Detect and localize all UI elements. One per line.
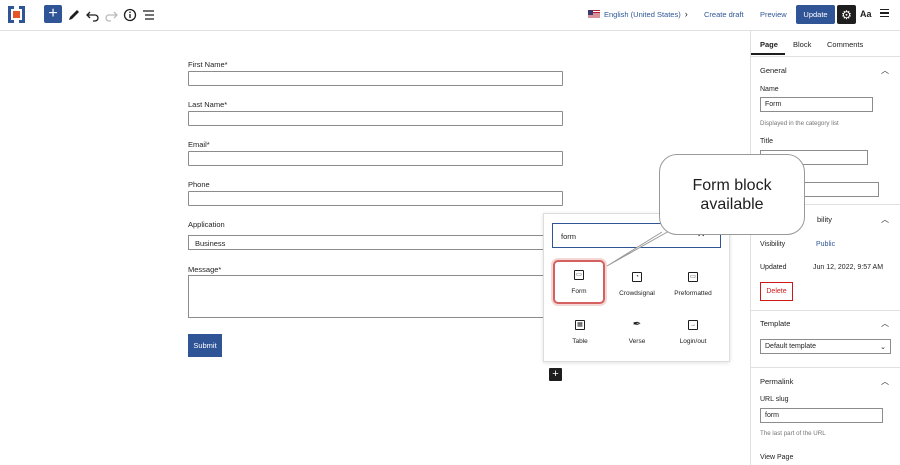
message-label: Message*: [188, 265, 222, 274]
chevron-up-icon[interactable]: ︿: [881, 214, 889, 225]
callout-line-1: Form block: [692, 176, 772, 194]
divider: [751, 56, 900, 57]
block-item-label: Crowdsignal: [619, 289, 655, 297]
create-draft-button[interactable]: Create draft: [704, 10, 744, 19]
divider: [751, 367, 900, 368]
url-slug-label: URL slug: [760, 396, 789, 403]
general-section-title[interactable]: General: [760, 66, 787, 75]
chevron-up-icon[interactable]: ︿: [881, 376, 889, 387]
tab-block[interactable]: Block: [793, 40, 811, 49]
block-item-label: Form: [571, 287, 587, 295]
block-item-label: Preformatted: [674, 289, 712, 297]
updated-value[interactable]: Jun 12, 2022, 9:57 AM: [813, 264, 883, 271]
redo-icon[interactable]: [102, 6, 120, 24]
last-name-label: Last Name*: [188, 100, 228, 109]
name-input[interactable]: Form: [760, 97, 873, 112]
visibility-value-link[interactable]: Public: [816, 241, 835, 248]
block-item-label: Login/out: [679, 337, 707, 345]
preformatted-icon: ▭: [688, 271, 698, 282]
list-view-icon[interactable]: [140, 6, 158, 24]
undo-icon[interactable]: [84, 6, 102, 24]
visibility-section-title[interactable]: bility: [817, 215, 832, 224]
visibility-label: Visibility: [760, 241, 786, 248]
email-label: Email*: [188, 140, 210, 149]
title-label: Title: [760, 138, 773, 145]
phone-label: Phone: [188, 180, 210, 189]
url-slug-input[interactable]: form: [760, 408, 883, 423]
template-select[interactable]: Default template ⌄: [760, 339, 891, 354]
callout-bubble: Form block available: [659, 154, 805, 235]
url-slug-help: The last part of the URL: [760, 430, 826, 437]
preview-button[interactable]: Preview: [760, 10, 787, 19]
update-button[interactable]: Update: [796, 5, 835, 24]
edit-pencil-icon[interactable]: [65, 6, 83, 24]
first-name-field[interactable]: [188, 71, 563, 86]
settings-gear-icon[interactable]: ⚙: [837, 5, 856, 24]
chevron-down-icon: ⌄: [880, 344, 886, 351]
chevron-right-icon: ›: [684, 9, 688, 19]
application-select[interactable]: Business: [188, 235, 563, 250]
block-item-table[interactable]: ▦ Table: [554, 310, 606, 354]
block-item-label: Verse: [628, 338, 646, 345]
callout-line-2: available: [700, 195, 764, 213]
chevron-up-icon[interactable]: ︿: [881, 318, 889, 329]
block-item-label: Table: [572, 337, 588, 345]
add-block-button[interactable]: +: [44, 5, 62, 23]
delete-button[interactable]: Delete: [760, 282, 793, 301]
tab-comments[interactable]: Comments: [827, 40, 863, 49]
table-icon: ▦: [575, 319, 585, 330]
crowdsignal-icon: ◔: [632, 271, 642, 282]
application-label: Application: [188, 220, 225, 229]
message-textarea[interactable]: [188, 275, 563, 318]
first-name-label: First Name*: [188, 60, 228, 69]
tab-page[interactable]: Page: [760, 40, 778, 49]
last-name-field[interactable]: [188, 111, 563, 126]
chevron-up-icon[interactable]: ︿: [881, 65, 889, 76]
form-icon: ▭: [574, 269, 584, 280]
login-icon: →: [688, 319, 698, 330]
block-item-login-out[interactable]: → Login/out: [667, 310, 719, 354]
block-item-verse[interactable]: ✒ Verse: [611, 310, 663, 354]
block-item-preformatted[interactable]: ▭ Preformatted: [667, 262, 719, 306]
template-select-value: Default template: [765, 343, 816, 350]
active-tab-indicator: [751, 53, 785, 55]
top-toolbar: + English (United States) › Create draft…: [0, 0, 900, 31]
language-selector[interactable]: English (United States) ›: [588, 9, 688, 19]
permalink-section-title[interactable]: Permalink: [760, 377, 793, 386]
us-flag-icon: [588, 10, 600, 18]
name-help-text: Displayed in the category list: [760, 120, 839, 127]
block-item-crowdsignal[interactable]: ◔ Crowdsignal: [611, 262, 663, 306]
template-section-title[interactable]: Template: [760, 319, 790, 328]
language-label: English (United States): [604, 9, 681, 19]
settings-sidebar: Page Block Comments General ︿ Name Form …: [750, 31, 900, 465]
add-block-plus-icon[interactable]: +: [549, 368, 562, 381]
styles-aa-button[interactable]: Aa: [860, 9, 872, 19]
submit-button[interactable]: Submit: [188, 334, 222, 357]
email-field[interactable]: [188, 151, 563, 166]
phone-field[interactable]: [188, 191, 563, 206]
view-page-link[interactable]: View Page: [760, 454, 793, 461]
info-icon[interactable]: [121, 6, 139, 24]
site-logo-icon[interactable]: [6, 4, 27, 25]
block-item-form[interactable]: ▭ Form: [553, 260, 605, 304]
options-menu-icon[interactable]: [880, 9, 889, 17]
divider: [751, 310, 900, 311]
verse-icon: ✒: [632, 319, 642, 330]
updated-label: Updated: [760, 264, 787, 271]
name-label: Name: [760, 86, 779, 93]
